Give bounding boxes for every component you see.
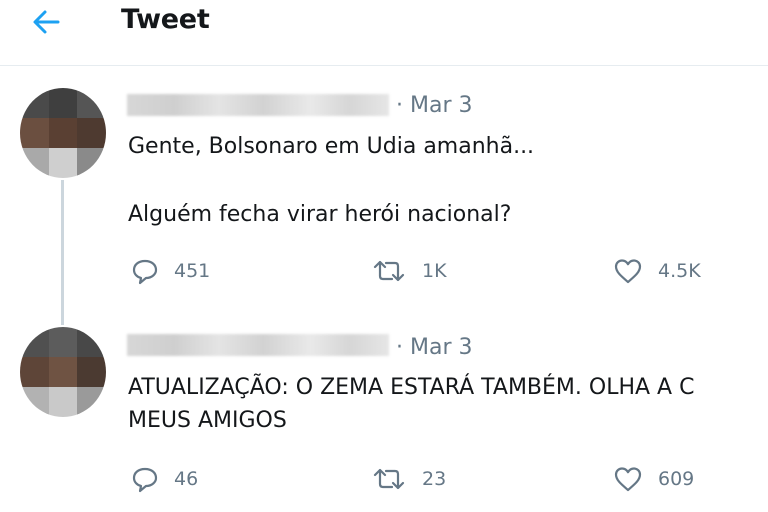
avatar-pixel	[48, 88, 78, 118]
avatar-pixel	[48, 357, 78, 387]
avatar-pixel	[48, 148, 78, 178]
back-button[interactable]	[28, 4, 64, 40]
retweet-count: 23	[422, 468, 447, 490]
tweet-text-line: ATUALIZAÇÃO: O ZEMA ESTARÁ TAMBÉM. OLHA …	[128, 375, 695, 400]
avatar[interactable]	[20, 327, 106, 417]
avatar-pixel	[48, 118, 78, 148]
tweet-date[interactable]: · Mar 3	[396, 93, 472, 119]
avatar-pixel	[20, 357, 49, 387]
avatar-pixel	[20, 148, 49, 178]
avatar-pixel	[20, 387, 49, 417]
reply-count: 451	[174, 260, 211, 282]
avatar-pixel	[48, 327, 78, 357]
avatar-pixel	[20, 88, 49, 118]
avatar-pixel	[77, 118, 106, 148]
author-name-redacted[interactable]	[127, 334, 389, 356]
avatar-pixel	[77, 327, 106, 357]
avatar-pixel	[77, 88, 106, 118]
reply-button[interactable]: 451	[130, 256, 210, 286]
retweet-icon	[373, 260, 405, 282]
like-count: 4.5K	[658, 260, 701, 282]
avatar-pixel	[77, 387, 106, 417]
retweet-button[interactable]: 23	[370, 464, 446, 494]
header-bar: Tweet	[0, 0, 768, 66]
avatar-pixel	[48, 387, 78, 417]
avatar-pixel	[20, 118, 49, 148]
reply-button[interactable]: 46	[130, 464, 198, 494]
tweet-text-line: Alguém fecha virar herói nacional?	[128, 202, 512, 227]
like-count: 609	[658, 468, 695, 490]
tweet-text-line: MEUS AMIGOS	[128, 408, 287, 433]
avatar-pixel	[77, 148, 106, 178]
reply-count: 46	[174, 468, 199, 490]
reply-icon	[132, 467, 158, 493]
heart-icon	[614, 259, 642, 284]
like-button[interactable]: 609	[612, 464, 694, 494]
heart-icon	[614, 467, 642, 492]
author-name-redacted[interactable]	[127, 94, 389, 116]
page-title: Tweet	[121, 4, 210, 35]
retweet-count: 1K	[422, 260, 447, 282]
tweet-date[interactable]: · Mar 3	[396, 335, 472, 361]
tweet-text-line: Gente, Bolsonaro em Udia amanhã...	[128, 134, 535, 159]
like-button[interactable]: 4.5K	[612, 256, 701, 286]
avatar-pixel	[77, 357, 106, 387]
arrow-left-icon	[33, 10, 60, 34]
avatar-pixel	[20, 327, 49, 357]
retweet-icon	[373, 468, 405, 490]
thread-connector	[61, 180, 64, 325]
retweet-button[interactable]: 1K	[370, 256, 447, 286]
reply-icon	[132, 259, 158, 285]
avatar[interactable]	[20, 88, 106, 178]
